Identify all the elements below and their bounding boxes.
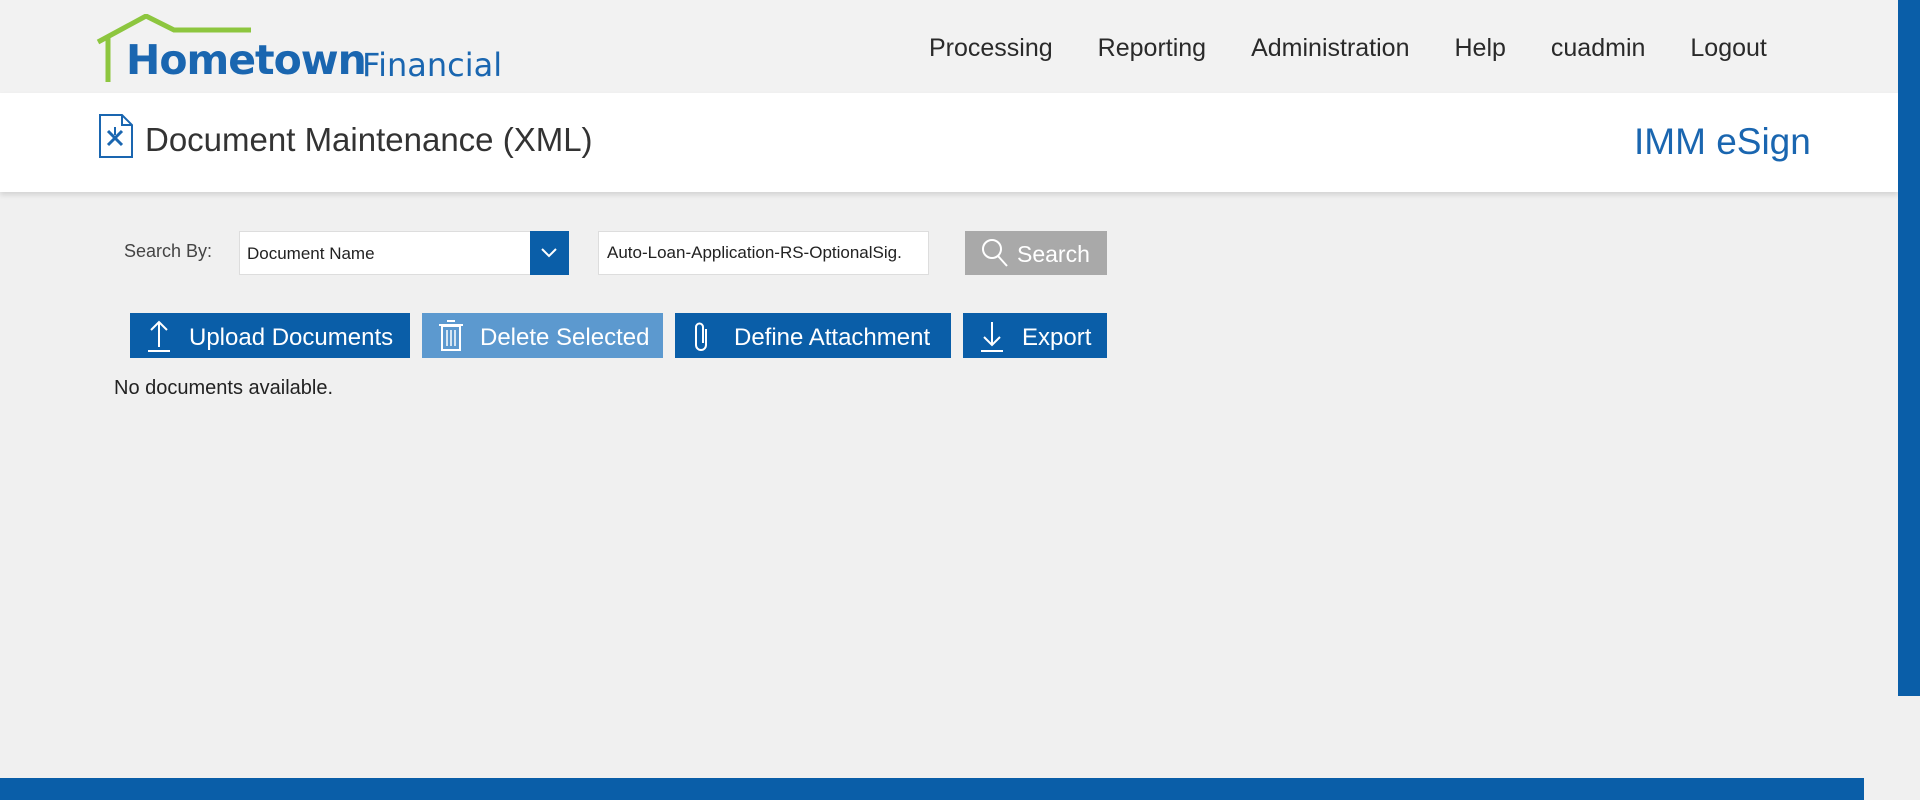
search-by-selected-value: Document Name (247, 244, 375, 263)
nav-user-account[interactable]: cuadmin (1551, 34, 1646, 63)
export-label: Export (1022, 324, 1092, 351)
nav-logout[interactable]: Logout (1690, 34, 1766, 63)
search-by-label: Search By: (124, 241, 213, 261)
empty-results-message: No documents available. (114, 377, 334, 399)
app-name: IMM eSign (1634, 121, 1811, 162)
search-icon (982, 239, 1008, 267)
dropdown-toggle[interactable] (530, 231, 569, 275)
right-edge-bar (1898, 0, 1920, 696)
delete-selected-button[interactable]: Delete Selected (422, 313, 663, 358)
define-attachment-label: Define Attachment (734, 324, 931, 351)
hometown-financial-logo[interactable]: Hometown Financial (96, 14, 516, 86)
search-by-select[interactable]: Document Name (239, 231, 569, 275)
logo-sub-text: Financial (362, 46, 503, 84)
search-input[interactable] (598, 231, 929, 275)
main-nav: Processing Reporting Administration Help… (929, 34, 1812, 63)
nav-help[interactable]: Help (1454, 34, 1505, 63)
nav-administration[interactable]: Administration (1251, 34, 1409, 63)
page-title-bar: Document Maintenance (XML) IMM eSign (0, 93, 1898, 192)
nav-reporting[interactable]: Reporting (1098, 34, 1206, 63)
paperclip-icon (695, 322, 707, 351)
footer-bar (0, 778, 1864, 800)
define-attachment-button[interactable]: Define Attachment (675, 313, 951, 358)
trash-icon (439, 320, 463, 351)
page-title: Document Maintenance (XML) (145, 121, 593, 158)
nav-processing[interactable]: Processing (929, 34, 1053, 63)
upload-arrow-icon (148, 320, 170, 352)
download-arrow-icon (981, 322, 1003, 352)
logo-brand-text: Hometown (126, 36, 367, 84)
search-button-label: Search (1017, 241, 1090, 267)
document-tools-icon (99, 114, 133, 158)
delete-selected-label: Delete Selected (480, 324, 650, 351)
upload-documents-label: Upload Documents (189, 324, 394, 351)
export-button[interactable]: Export (963, 313, 1107, 358)
chevron-down-icon (541, 248, 557, 258)
upload-documents-button[interactable]: Upload Documents (130, 313, 410, 358)
search-button[interactable]: Search (965, 231, 1107, 275)
top-header: Hometown Financial Processing Reporting … (0, 0, 1898, 93)
